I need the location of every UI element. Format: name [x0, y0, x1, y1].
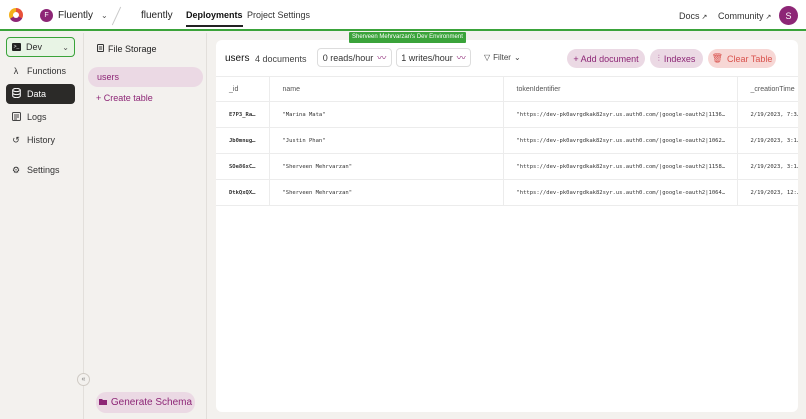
- cell-id[interactable]: E7P3_Ra…: [216, 101, 270, 128]
- cell-id[interactable]: Jb0mnug…: [216, 127, 270, 154]
- reads-label: 0 reads/hour: [322, 52, 374, 63]
- sidebar-item-functions[interactable]: λ Functions: [6, 61, 75, 81]
- docs-link[interactable]: Docs ↗: [679, 11, 707, 21]
- user-avatar[interactable]: S: [779, 6, 798, 25]
- team-selector[interactable]: F Fluently ⌄: [40, 8, 108, 23]
- table-toolbar: users 4 documents 0 reads/hour 〰 1 write…: [216, 40, 798, 76]
- tables-panel: File Storage users + Create table Genera…: [84, 33, 207, 419]
- logs-icon: [11, 111, 21, 123]
- chevron-down-icon: ⌄: [101, 11, 108, 20]
- cell-token[interactable]: "https://dev-pk0avrgdkak82syr.us.auth0.c…: [503, 153, 738, 180]
- chevron-down-icon: ⌄: [513, 53, 521, 62]
- sidebar-item-label: Functions: [27, 66, 67, 76]
- lambda-icon: λ: [13, 66, 19, 76]
- folder-icon: [98, 397, 107, 408]
- cell-creation-time[interactable]: 2/19/2023, 12:…: [737, 179, 798, 206]
- file-storage-link[interactable]: File Storage: [97, 44, 157, 54]
- team-avatar: F: [40, 9, 53, 22]
- cell-name[interactable]: "Justin Phan": [269, 127, 504, 154]
- add-document-button[interactable]: + Add document: [567, 49, 645, 68]
- collapse-sidebar-button[interactable]: «: [77, 373, 90, 386]
- sidebar-item-label: Data: [27, 89, 47, 99]
- deployment-selector[interactable]: >_ Dev ⌄: [6, 37, 75, 57]
- team-name: Fluently: [58, 10, 94, 21]
- column-header[interactable]: name: [269, 76, 504, 102]
- clear-table-button[interactable]: 🗑 Clear Table: [708, 49, 776, 68]
- column-header[interactable]: _creationTime: [737, 76, 798, 102]
- sidebar-item-history[interactable]: ↺ History: [6, 130, 75, 150]
- table-item-users[interactable]: users: [88, 67, 203, 87]
- reads-per-hour[interactable]: 0 reads/hour 〰: [317, 48, 392, 67]
- activity-icon: 〰: [377, 53, 387, 63]
- environment-badge: Sherveen Mehrvarzan's Dev Environment: [349, 32, 466, 43]
- table-row[interactable]: SOe86xC… "Sherveen Mehrvarzan" "https://…: [216, 153, 798, 180]
- data-view: users 4 documents 0 reads/hour 〰 1 write…: [216, 40, 798, 412]
- cell-name[interactable]: "Sherveen Mehrvarzan": [269, 179, 504, 206]
- gear-icon: ⚙: [11, 164, 21, 175]
- clear-table-label: Clear Table: [727, 53, 773, 64]
- sidebar-item-settings[interactable]: ⚙ Settings: [6, 160, 75, 180]
- index-icon: ⫶: [657, 53, 660, 63]
- table-row[interactable]: E7P3_Ra… "Marina Mata" "https://dev-pk0a…: [216, 101, 798, 128]
- table-row[interactable]: DtkQxQX… "Sherveen Mehrvarzan" "https://…: [216, 179, 798, 206]
- sidebar-item-logs[interactable]: Logs: [6, 107, 75, 127]
- sidebar-item-data[interactable]: Data: [6, 84, 75, 104]
- top-header: F Fluently ⌄ fluently Deployments Projec…: [0, 0, 806, 31]
- indexes-label: Indexes: [663, 53, 696, 64]
- history-icon: ↺: [12, 134, 20, 145]
- activity-icon: 〰: [456, 53, 466, 63]
- convex-logo-icon[interactable]: [9, 8, 23, 22]
- generate-schema-button[interactable]: Generate Schema: [96, 392, 195, 413]
- cell-token[interactable]: "https://dev-pk0avrgdkak82syr.us.auth0.c…: [503, 101, 738, 128]
- cell-id[interactable]: DtkQxQX…: [216, 179, 270, 206]
- sidebar-item-label: Settings: [27, 165, 60, 175]
- terminal-icon: >_: [12, 43, 21, 51]
- cell-name[interactable]: "Marina Mata": [269, 101, 504, 128]
- filter-label: Filter: [493, 53, 511, 62]
- cell-creation-time[interactable]: 2/19/2023, 7:3…: [737, 101, 798, 128]
- community-link[interactable]: Community ↗: [718, 11, 771, 21]
- external-link-icon: ↗: [701, 14, 708, 21]
- sidebar: >_ Dev ⌄ λ Functions Data Logs ↺ History…: [0, 33, 84, 419]
- chevron-down-icon: ⌄: [62, 43, 69, 52]
- filter-button[interactable]: ▽ Filter ⌄: [484, 53, 521, 62]
- data-table: _id name tokenIdentifier _creationTime E…: [216, 76, 798, 206]
- cell-name[interactable]: "Sherveen Mehrvarzan": [269, 153, 504, 180]
- cell-token[interactable]: "https://dev-pk0avrgdkak82syr.us.auth0.c…: [503, 179, 738, 206]
- sidebar-item-label: History: [27, 135, 56, 145]
- cell-id[interactable]: SOe86xC…: [216, 153, 270, 180]
- table-header-row: _id name tokenIdentifier _creationTime: [216, 76, 798, 102]
- cell-creation-time[interactable]: 2/19/2023, 3:1…: [737, 127, 798, 154]
- breadcrumb-divider: [111, 6, 122, 26]
- generate-schema-label: Generate Schema: [110, 397, 193, 408]
- cell-creation-time[interactable]: 2/19/2023, 3:1…: [737, 153, 798, 180]
- deployment-name: Dev: [26, 42, 43, 52]
- column-header[interactable]: tokenIdentifier: [503, 76, 738, 102]
- indexes-button[interactable]: ⫶ Indexes: [650, 49, 703, 68]
- writes-label: 1 writes/hour: [401, 52, 453, 63]
- document-count: 4 documents: [255, 54, 307, 64]
- project-name[interactable]: fluently: [141, 10, 173, 21]
- sidebar-item-label: Logs: [27, 112, 47, 122]
- trash-icon: 🗑: [711, 53, 724, 63]
- tab-deployments[interactable]: Deployments: [186, 10, 243, 27]
- database-icon: [11, 87, 21, 100]
- file-icon: [97, 44, 104, 54]
- create-table-button[interactable]: + Create table: [96, 93, 153, 103]
- cell-token[interactable]: "https://dev-pk0avrgdkak82syr.us.auth0.c…: [503, 127, 738, 154]
- filter-icon: ▽: [484, 53, 491, 62]
- table-title: users: [225, 53, 250, 64]
- writes-per-hour[interactable]: 1 writes/hour 〰: [396, 48, 471, 67]
- file-storage-label: File Storage: [108, 44, 157, 54]
- table-row[interactable]: Jb0mnug… "Justin Phan" "https://dev-pk0a…: [216, 127, 798, 154]
- external-link-icon: ↗: [765, 14, 772, 21]
- column-header[interactable]: _id: [216, 76, 270, 102]
- tab-project-settings[interactable]: Project Settings: [247, 10, 310, 20]
